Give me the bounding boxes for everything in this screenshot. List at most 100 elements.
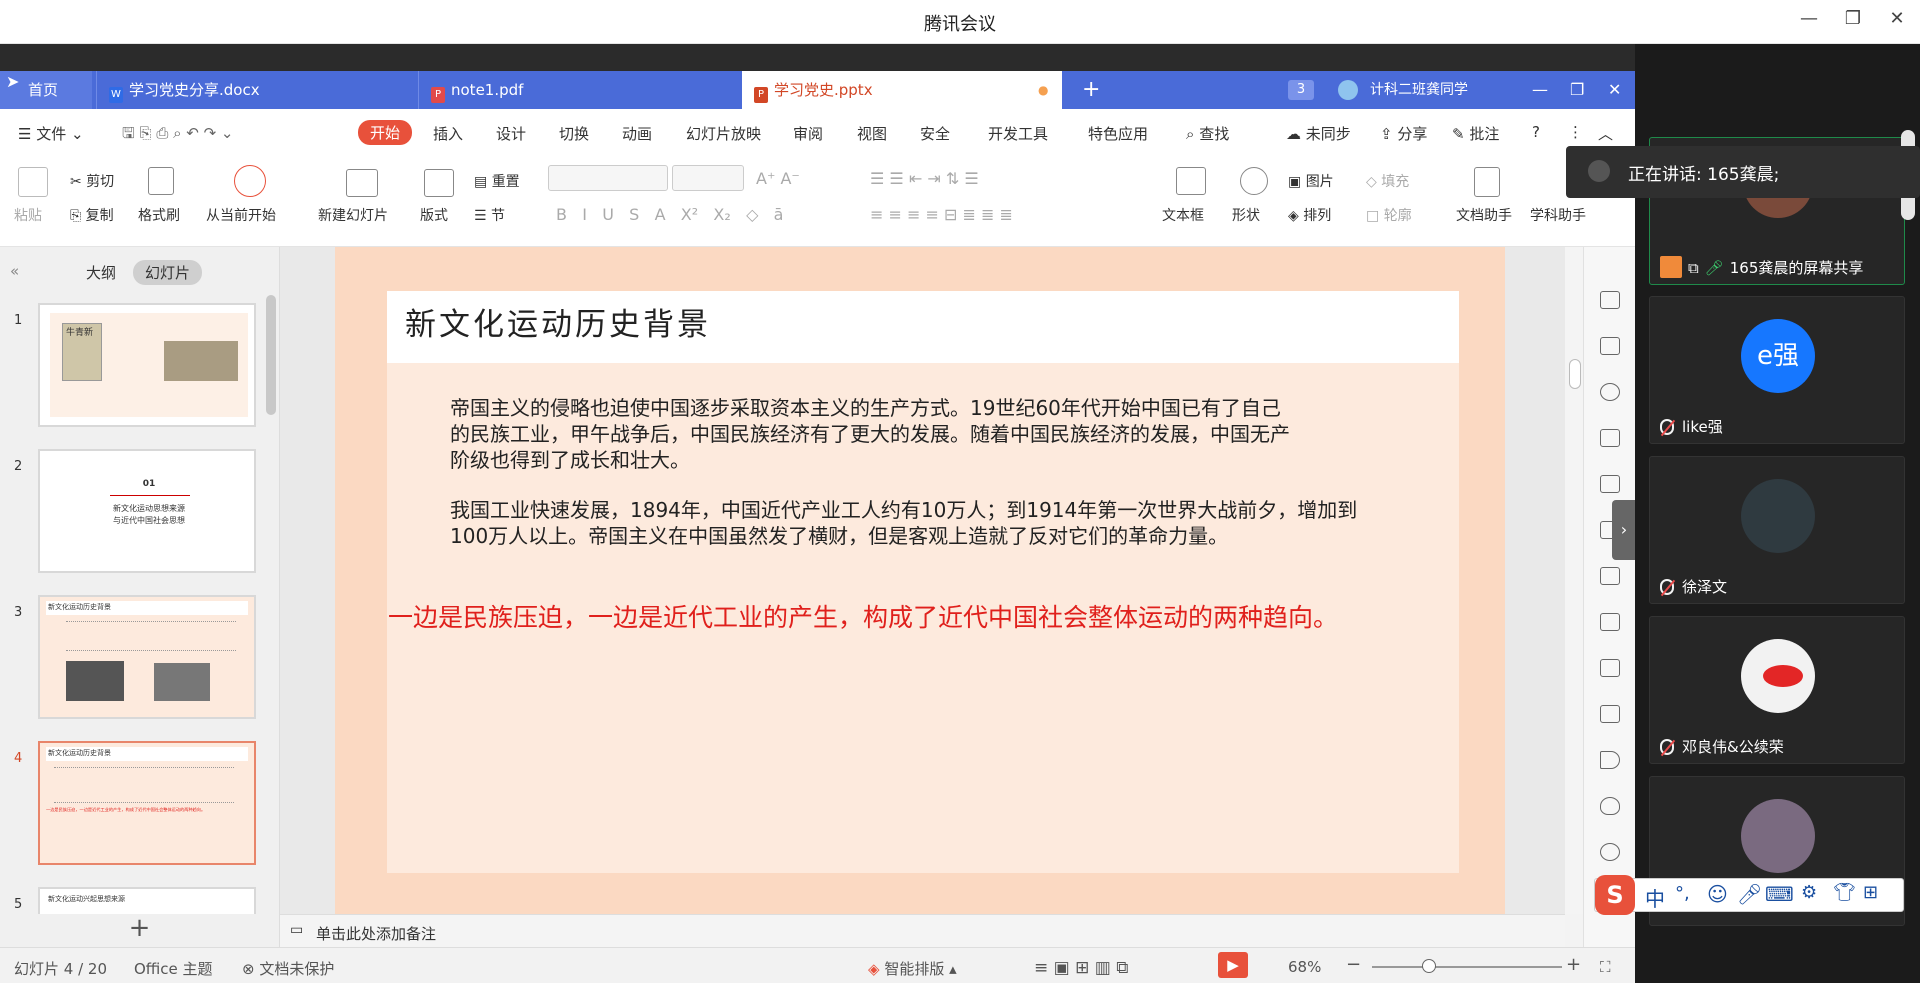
tab-pptx[interactable]: P 学习党史.pptx ● <box>742 71 1062 109</box>
menu-item-security[interactable]: 安全 <box>920 123 950 144</box>
restore-button[interactable]: ❐ <box>1838 8 1868 29</box>
slide-paragraph-2-line-2[interactable]: 100万人以上。帝国主义在中国虽然发了横财，但是客观上造就了反对它们的革命力量。 <box>450 523 1400 549</box>
list-icons[interactable]: ☰ ☰ ⇤ ⇥ ⇅ ☰ <box>870 169 979 188</box>
menu-item-animation[interactable]: 动画 <box>622 123 652 144</box>
history-icon[interactable] <box>1600 843 1620 861</box>
menu-item-review[interactable]: 审阅 <box>793 123 823 144</box>
menu-item-devtools[interactable]: 开发工具 <box>988 123 1048 144</box>
participant-card-2[interactable]: 徐泽文 <box>1649 456 1905 604</box>
tab-pdf[interactable]: Pnote1.pdf <box>418 71 740 109</box>
wps-close-button[interactable]: ✕ <box>1608 71 1621 109</box>
participant-card-3[interactable]: 邓良伟&公续荣 <box>1649 616 1905 764</box>
subject-assistant-button[interactable]: 学科助手 <box>1530 205 1586 225</box>
file-menu[interactable]: ☰ 文件 ⌄ <box>18 123 84 144</box>
smart-layout-button[interactable]: ◈ 智能排版 ▴ <box>868 958 957 979</box>
toolbox-icon[interactable]: ⚙ <box>1801 882 1817 903</box>
arrange-button[interactable]: ◈ 排列 <box>1288 205 1331 225</box>
notes-bar[interactable]: ▭ 单击此处添加备注 <box>280 914 1565 947</box>
grid-icon[interactable] <box>1600 429 1620 447</box>
ime-punct[interactable]: °, <box>1675 883 1690 904</box>
image-icon[interactable] <box>1600 705 1620 723</box>
voice-input-icon[interactable]: 🎤︎ <box>1737 882 1762 906</box>
fit-window-icon[interactable]: ⛶ <box>1600 958 1611 976</box>
font-size-select[interactable] <box>672 165 744 191</box>
slide-thumb-5[interactable]: 新文化运动兴起思想来源 <box>38 887 256 914</box>
user-avatar[interactable] <box>1338 80 1358 100</box>
user-name[interactable]: 计科二班龚同学 <box>1370 71 1468 109</box>
wps-minimize-button[interactable]: — <box>1532 71 1548 109</box>
play-from-current-button[interactable]: 从当前开始 <box>206 205 276 225</box>
speaker-icon[interactable] <box>1600 751 1620 769</box>
slide-paragraph-1-line-2[interactable]: 的民族工业，甲午战争后，中国民族经济有了更大的发展。随着中国民族经济的发展，中国… <box>450 421 1400 447</box>
slideshow-play-button[interactable]: ▶ <box>1218 952 1248 978</box>
thumb-scrollbar[interactable] <box>266 295 276 415</box>
font-style-icons[interactable]: B I U S A X² X₂ ◇ ā <box>556 205 783 224</box>
fill-button[interactable]: ◇ 填充 <box>1366 171 1409 191</box>
outline-button[interactable]: □ 轮廓 <box>1366 205 1412 225</box>
menu-item-slideshow[interactable]: 幻灯片放映 <box>686 123 761 144</box>
zoom-level[interactable]: 68% <box>1288 958 1321 976</box>
slide-title[interactable]: 新文化运动历史背景 <box>405 299 711 344</box>
search-menu[interactable]: ⌕ 查找 <box>1186 123 1229 144</box>
menu-item-special[interactable]: 特色应用 <box>1088 123 1148 144</box>
reset-button[interactable]: ▤ 重置 <box>474 171 520 191</box>
minimize-button[interactable]: — <box>1794 8 1824 29</box>
slide-paragraph-1-line-3[interactable]: 阶级也得到了成长和壮大。 <box>450 447 1400 473</box>
layout-button[interactable]: 版式 <box>420 205 448 225</box>
font-grow-icon[interactable]: A⁺ A⁻ <box>756 169 800 188</box>
new-slide-button[interactable]: 新建幻灯片 <box>318 205 388 225</box>
zoom-in-button[interactable]: + <box>1566 954 1581 975</box>
shield-icon[interactable] <box>1600 797 1620 815</box>
slide-red-emphasis[interactable]: 一边是民族压迫，一边是近代工业的产生，构成了近代中国社会整体运动的两种趋向。 <box>388 598 1458 634</box>
comment-menu[interactable]: ✎ 批注 <box>1452 123 1499 144</box>
canvas-scrollbar[interactable] <box>1565 247 1583 914</box>
shape-button[interactable]: 形状 <box>1232 205 1260 225</box>
add-slide-button[interactable]: + <box>0 914 280 947</box>
new-tab-button[interactable]: + <box>1082 71 1100 109</box>
textbox-button[interactable]: 文本框 <box>1162 205 1204 225</box>
keyboard-icon[interactable]: ⌨ <box>1765 882 1794 906</box>
more-icon[interactable]: ⋮ <box>1568 123 1583 141</box>
ime-toolbar[interactable]: S 中 °, ☺ 🎤︎ ⌨ ⚙ 👕︎ ⊞ <box>1594 875 1904 915</box>
scrollbar-thumb[interactable] <box>1569 359 1581 389</box>
doc-assistant-button[interactable]: 文档助手 <box>1456 205 1512 225</box>
gallery-icon[interactable] <box>1600 567 1620 585</box>
shape-tool-icon[interactable] <box>1600 383 1620 401</box>
archive-icon[interactable] <box>1600 659 1620 677</box>
section-button[interactable]: ☰ 节 <box>474 205 505 225</box>
copy-button[interactable]: ⎘ 复制 <box>70 205 114 225</box>
menu-item-design[interactable]: 设计 <box>496 123 526 144</box>
align-icons[interactable]: ≡ ≡ ≡ ≡ ⊟ ≣ ≣ ≣ <box>870 205 1013 224</box>
slide-thumb-4[interactable]: 新文化运动历史背景 一边是民族压迫，一边是近代工业的产生，构成了近代中国社会整体… <box>38 741 256 865</box>
expand-panel-handle[interactable]: › <box>1612 500 1636 560</box>
menu-item-start[interactable]: 开始 <box>358 120 413 145</box>
view-mode-icons[interactable]: ≡ ▣ ⊞ ▥ ⧉ <box>1034 958 1128 978</box>
collapse-pane-icon[interactable]: « <box>10 262 19 280</box>
close-button[interactable]: ✕ <box>1882 8 1912 29</box>
cut-button[interactable]: ✂ 剪切 <box>70 171 114 191</box>
theme-name[interactable]: Office 主题 <box>134 958 213 979</box>
sync-menu[interactable]: ☁ 未同步 <box>1286 123 1351 144</box>
tab-slides[interactable]: 幻灯片 <box>133 260 203 285</box>
share-menu[interactable]: ⇪ 分享 <box>1380 123 1427 144</box>
participant-card-1[interactable]: e强 like强 <box>1649 296 1905 444</box>
quick-access-toolbar[interactable]: 🖫 ⎘ ⎙ ⌕ ↶ ↷ ⌄ <box>122 123 234 148</box>
chart-icon[interactable] <box>1600 475 1620 493</box>
zoom-slider-thumb[interactable] <box>1422 959 1436 973</box>
slide-thumb-2[interactable]: 01 新文化运动思想来源 与近代中国社会思想 <box>38 449 256 573</box>
slide-paragraph-2-line-1[interactable]: 我国工业快速发展，1894年，中国近代产业工人约有10万人；到1914年第一次世… <box>450 497 1400 523</box>
notes-placeholder[interactable]: 单击此处添加备注 <box>316 923 436 944</box>
menu-item-transition[interactable]: 切换 <box>559 123 589 144</box>
slide-thumb-3[interactable]: 新文化运动历史背景 <box>38 595 256 719</box>
emoji-icon[interactable]: ☺ <box>1707 882 1728 906</box>
ime-mode[interactable]: 中 <box>1645 883 1665 912</box>
menu-grid-icon[interactable]: ⊞ <box>1863 882 1878 903</box>
export-icon[interactable] <box>1600 613 1620 631</box>
pin-icon[interactable] <box>1600 291 1620 309</box>
paste-button[interactable]: 粘贴 <box>14 205 42 225</box>
help-icon[interactable]: ? <box>1532 123 1540 141</box>
slide-thumb-1[interactable]: 牛青新 <box>38 303 256 427</box>
wps-restore-button[interactable]: ❐ <box>1570 71 1584 109</box>
transform-icon[interactable] <box>1600 337 1620 355</box>
zoom-slider-track[interactable] <box>1372 966 1562 968</box>
